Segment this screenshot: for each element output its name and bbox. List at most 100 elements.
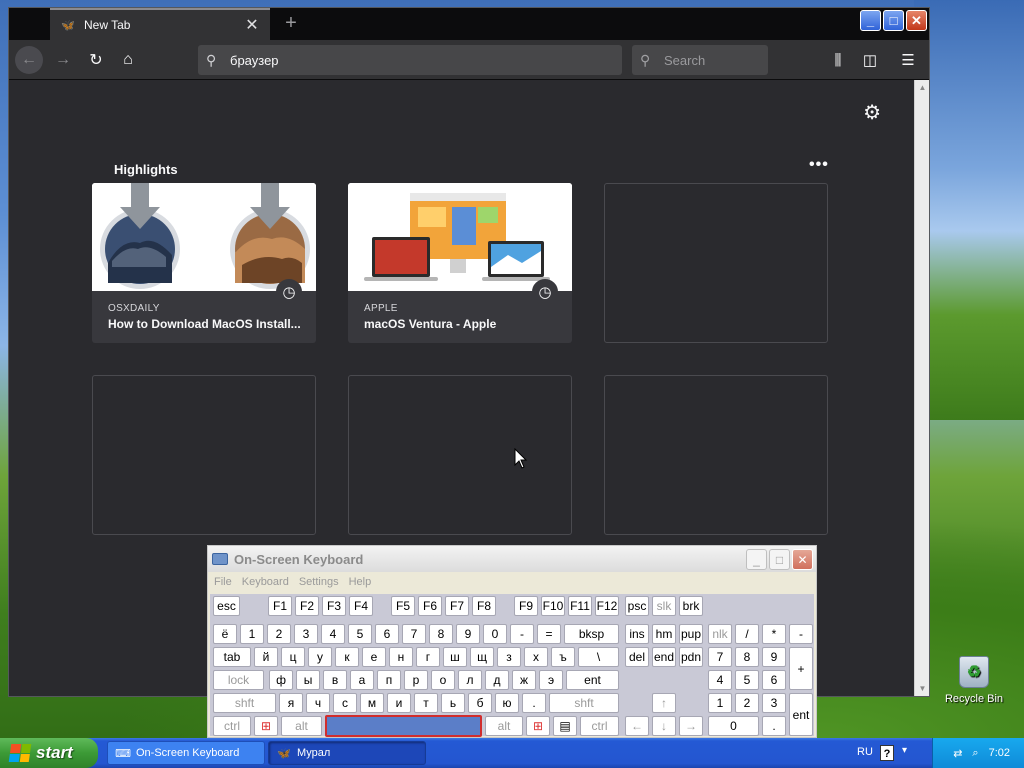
key-numpad[interactable]: 5: [735, 670, 759, 690]
vertical-scrollbar[interactable]: ▲ ▼: [914, 80, 929, 696]
key[interactable]: и: [387, 693, 411, 713]
taskbar-item-osk[interactable]: ⌨ On-Screen Keyboard: [107, 741, 265, 765]
key-f10[interactable]: F10: [541, 596, 565, 616]
key-arrow-up[interactable]: ↑: [652, 693, 676, 713]
minimize-button[interactable]: _: [860, 10, 881, 31]
key[interactable]: г: [416, 647, 440, 667]
key-alt-left[interactable]: alt: [281, 716, 322, 736]
key[interactable]: я: [279, 693, 303, 713]
key[interactable]: т: [414, 693, 438, 713]
key-f9[interactable]: F9: [514, 596, 538, 616]
menu-settings[interactable]: Settings: [299, 576, 339, 588]
empty-slot[interactable]: [92, 375, 316, 535]
key-slk[interactable]: slk: [652, 596, 676, 616]
key[interactable]: .: [522, 693, 546, 713]
highlight-card-apple[interactable]: ◷ APPLE macOS Ventura - Apple: [348, 183, 572, 343]
osk-minimize-button[interactable]: _: [746, 549, 767, 570]
url-input[interactable]: браузер: [230, 53, 279, 68]
key-numpad-0[interactable]: 0: [708, 716, 759, 736]
key[interactable]: й: [254, 647, 278, 667]
key-arrow-down[interactable]: ↓: [652, 716, 676, 736]
menu-keyboard[interactable]: Keyboard: [242, 576, 289, 588]
key-tab[interactable]: tab: [213, 647, 251, 667]
scroll-down-icon[interactable]: ▼: [915, 681, 930, 696]
key-numpad[interactable]: 3: [762, 693, 786, 713]
key[interactable]: н: [389, 647, 413, 667]
search-icon[interactable]: ⌕: [972, 747, 978, 760]
key[interactable]: э: [539, 670, 563, 690]
key[interactable]: п: [377, 670, 401, 690]
back-button[interactable]: ←: [15, 46, 43, 74]
maximize-button[interactable]: □: [883, 10, 904, 31]
key[interactable]: ь: [441, 693, 465, 713]
more-options-icon[interactable]: •••: [809, 156, 829, 174]
key-numpad-plus[interactable]: +: [789, 647, 813, 690]
key[interactable]: ф: [269, 670, 293, 690]
key-shift-right[interactable]: shft: [549, 693, 619, 713]
windows-key-icon[interactable]: ⊞: [254, 716, 278, 736]
key-numpad[interactable]: 7: [708, 647, 732, 667]
close-window-button[interactable]: ✕: [906, 10, 927, 31]
key-bksp[interactable]: bksp: [564, 624, 619, 644]
key-shift-left[interactable]: shft: [213, 693, 276, 713]
gear-icon[interactable]: ⚙: [863, 100, 881, 125]
key[interactable]: 2: [267, 624, 291, 644]
url-bar[interactable]: ⚲ браузер: [198, 45, 622, 75]
osk-maximize-button[interactable]: □: [769, 549, 790, 570]
key[interactable]: 1: [240, 624, 264, 644]
key[interactable]: д: [485, 670, 509, 690]
key-hm[interactable]: hm: [652, 624, 676, 644]
key[interactable]: ц: [281, 647, 305, 667]
key-pup[interactable]: pup: [679, 624, 703, 644]
key-psc[interactable]: psc: [625, 596, 649, 616]
start-button[interactable]: start: [0, 738, 98, 768]
key[interactable]: с: [333, 693, 357, 713]
key-del[interactable]: del: [625, 647, 649, 667]
key-ctrl-right[interactable]: ctrl: [580, 716, 619, 736]
highlight-card-osxdaily[interactable]: ◷ OSXDAILY How to Download MacOS Install…: [92, 183, 316, 343]
new-tab-button[interactable]: +: [279, 12, 303, 36]
key[interactable]: ю: [495, 693, 519, 713]
key[interactable]: =: [537, 624, 561, 644]
key[interactable]: 8: [429, 624, 453, 644]
scroll-up-icon[interactable]: ▲: [915, 80, 930, 95]
home-button[interactable]: ⌂: [114, 46, 142, 74]
key-numpad[interactable]: 6: [762, 670, 786, 690]
key-numpad[interactable]: 2: [735, 693, 759, 713]
key-esc[interactable]: esc: [213, 596, 240, 616]
key-numpad-dot[interactable]: .: [762, 716, 786, 736]
key[interactable]: 9: [456, 624, 480, 644]
menu-key-icon[interactable]: ▤: [553, 716, 577, 736]
key[interactable]: 7: [402, 624, 426, 644]
key[interactable]: ч: [306, 693, 330, 713]
key-f4[interactable]: F4: [349, 596, 373, 616]
key-f8[interactable]: F8: [472, 596, 496, 616]
key[interactable]: у: [308, 647, 332, 667]
key-f1[interactable]: F1: [268, 596, 292, 616]
key[interactable]: к: [335, 647, 359, 667]
sidebar-icon[interactable]: ◫: [856, 46, 884, 74]
key[interactable]: 5: [348, 624, 372, 644]
library-icon[interactable]: ⫼: [824, 46, 852, 74]
help-icon[interactable]: ?: [880, 745, 894, 761]
key-numpad-enter[interactable]: ent: [789, 693, 813, 736]
language-indicator[interactable]: RU: [857, 746, 873, 758]
key-capslock[interactable]: lock: [213, 670, 264, 690]
key[interactable]: б: [468, 693, 492, 713]
key[interactable]: о: [431, 670, 455, 690]
key-f6[interactable]: F6: [418, 596, 442, 616]
close-tab-icon[interactable]: ✕: [244, 17, 260, 34]
clock[interactable]: 7:02: [989, 747, 1010, 759]
search-bar[interactable]: ⚲: [632, 45, 768, 75]
menu-file[interactable]: File: [214, 576, 232, 588]
key[interactable]: 3: [294, 624, 318, 644]
key-nlk[interactable]: nlk: [708, 624, 732, 644]
key[interactable]: р: [404, 670, 428, 690]
reload-button[interactable]: ↻: [82, 46, 110, 74]
forward-button[interactable]: →: [49, 46, 77, 74]
key[interactable]: м: [360, 693, 384, 713]
key-f11[interactable]: F11: [568, 596, 592, 616]
key[interactable]: ъ: [551, 647, 575, 667]
key-brk[interactable]: brk: [679, 596, 703, 616]
key[interactable]: 6: [375, 624, 399, 644]
